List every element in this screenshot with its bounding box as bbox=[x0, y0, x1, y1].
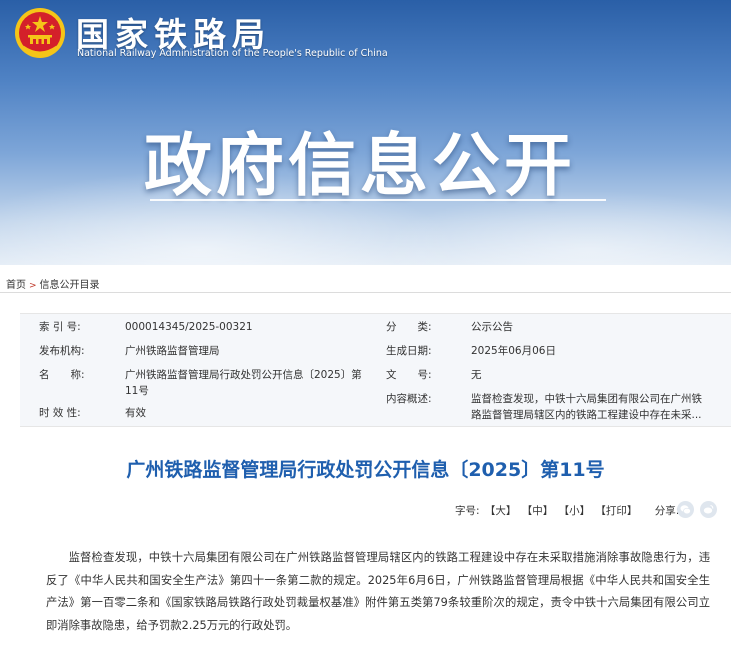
breadcrumb-info-directory-link[interactable]: 信息公开目录 bbox=[40, 280, 100, 291]
breadcrumb-home-link[interactable]: 首页 bbox=[6, 280, 26, 291]
publisher-value: 广州铁路监督管理局 bbox=[125, 345, 220, 357]
document-number-label: 文 号: bbox=[386, 369, 432, 381]
wechat-icon bbox=[680, 505, 691, 515]
article-toolbar: 字号: 【大】 【中】 【小】 【打印】 分享: bbox=[455, 503, 679, 518]
generated-date-label: 生成日期: bbox=[386, 345, 432, 357]
breadcrumb: 首页 > 信息公开目录 bbox=[6, 276, 100, 291]
summary-value: 监督检查发现，中铁十六局集团有限公司在广州铁路监督管理局辖区内的铁路工程建设中存… bbox=[471, 393, 702, 421]
breadcrumb-separator: > bbox=[29, 281, 37, 291]
font-medium-button[interactable]: 【中】 bbox=[522, 505, 554, 517]
document-name-label: 名 称: bbox=[39, 369, 85, 381]
banner-divider bbox=[150, 199, 606, 201]
national-emblem-icon bbox=[15, 8, 65, 58]
font-large-button[interactable]: 【大】 bbox=[485, 505, 517, 517]
generated-date-value: 2025年06月06日 bbox=[471, 345, 556, 357]
index-number-value: 000014345/2025-00321 bbox=[125, 321, 253, 333]
site-title-english: National Railway Administration of the P… bbox=[77, 48, 388, 59]
summary-label: 内容概述: bbox=[386, 393, 432, 405]
wechat-share-button[interactable] bbox=[677, 501, 694, 518]
publisher-label: 发布机构: bbox=[39, 345, 85, 357]
validity-label: 时 效 性: bbox=[39, 407, 81, 419]
category-label: 分 类: bbox=[386, 321, 432, 333]
document-name-value: 广州铁路监督管理局行政处罚公开信息〔2025〕第11号 bbox=[125, 369, 362, 397]
validity-value: 有效 bbox=[125, 407, 146, 419]
category-value: 公示公告 bbox=[471, 321, 513, 333]
print-button[interactable]: 【打印】 bbox=[595, 505, 637, 517]
article-title: 广州铁路监督管理局行政处罚公开信息〔2025〕第11号 bbox=[126, 459, 605, 481]
font-small-button[interactable]: 【小】 bbox=[559, 505, 591, 517]
document-metadata-table: 索 引 号: 000014345/2025-00321 分 类: 公示公告 发布… bbox=[20, 313, 731, 427]
banner-heading: 政府信息公开 bbox=[144, 127, 577, 206]
weibo-icon bbox=[703, 504, 714, 514]
header-banner: 国家铁路局 National Railway Administration of… bbox=[0, 0, 731, 265]
weibo-share-button[interactable] bbox=[700, 501, 717, 518]
breadcrumb-divider bbox=[0, 292, 731, 293]
article-body: 监督检查发现，中铁十六局集团有限公司在广州铁路监督管理局辖区内的铁路工程建设中存… bbox=[46, 551, 710, 632]
font-size-label: 字号: bbox=[455, 505, 480, 517]
index-number-label: 索 引 号: bbox=[39, 321, 81, 333]
share-label: 分享: bbox=[654, 505, 680, 517]
document-number-value: 无 bbox=[471, 369, 482, 381]
